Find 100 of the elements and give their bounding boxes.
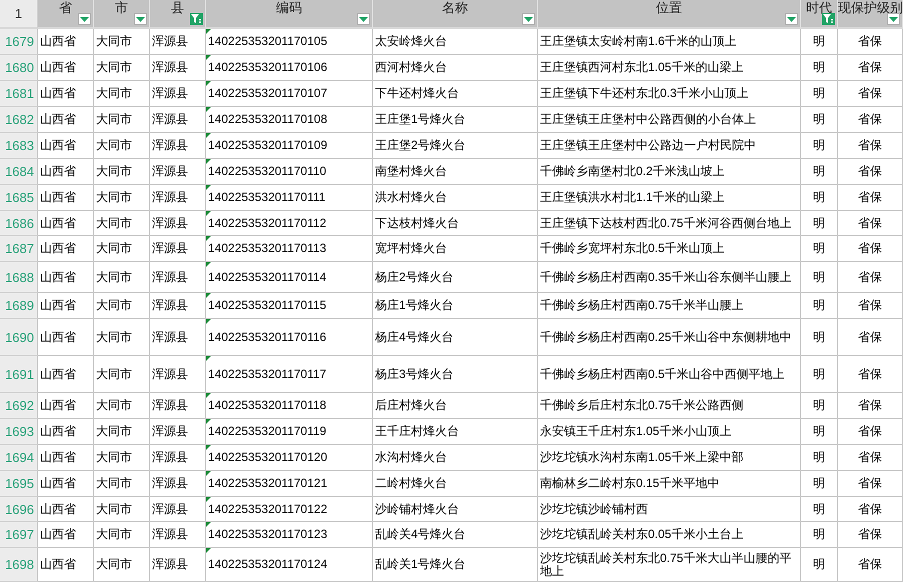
row-number[interactable]: 1688 [0,262,38,293]
table-cell: 大同市 [96,35,132,48]
filter-dropdown-button[interactable] [78,13,91,25]
table-cell: 山西省 [40,61,76,74]
table-cell: 省保 [858,502,882,516]
row-number[interactable]: 1697 [0,522,38,548]
filter-dropdown-button[interactable] [522,13,535,25]
table-cell: 王庄堡镇下牛还村东北0.3千米小山顶上 [540,87,749,100]
table-cell: 省保 [858,477,882,490]
filter-dropdown-button[interactable] [357,13,370,25]
table-cell: 南堡村烽火台 [375,165,447,178]
table-cell: 明 [813,299,825,312]
column-header: 编码 [275,0,303,15]
filter-active-button[interactable] [190,13,203,25]
filter-active-button[interactable] [822,13,835,25]
table-cell: 明 [813,113,825,126]
table-cell: 山西省 [40,451,76,464]
table-cell: 140225353201170105 [208,35,328,48]
table-cell: 明 [813,558,825,571]
dropdown-arrow-icon [787,16,796,22]
column-header: 市 [114,0,129,15]
table-cell: 浑源县 [152,399,188,412]
table-cell: 140225353201170114 [208,270,326,284]
table-cell: 省保 [858,270,882,284]
table-cell: 永安镇王千庄村东1.05千米小山顶上 [540,425,732,438]
row-number[interactable]: 1685 [0,185,38,211]
table-cell: 山西省 [40,113,76,126]
table-cell: 明 [813,61,825,74]
row-number[interactable]: 1692 [0,393,38,419]
table-cell: 明 [813,270,825,284]
table-cell: 140225353201170108 [208,113,328,126]
table-cell: 大同市 [96,270,132,284]
table-cell: 山西省 [40,477,76,490]
row-number[interactable]: 1698 [0,548,38,582]
table-cell-text: 沙圪坨镇乱岭关村东北0.75千米大山半山腰的平地上 [540,552,792,578]
table-cell: 省保 [858,113,882,126]
table-cell: 140225353201170112 [208,216,326,230]
table-cell: 明 [813,528,825,541]
row-number[interactable]: 1680 [0,55,38,81]
table-cell: 王庄堡镇太安岭村南1.6千米的山顶上 [540,35,737,48]
table-cell: 浑源县 [152,502,188,516]
row-number[interactable]: 1682 [0,107,38,133]
row-number[interactable]: 1690 [0,319,38,356]
table-cell: 杨庄3号烽火台 [375,368,454,380]
filter-dropdown-button[interactable] [887,13,900,25]
table-cell: 140225353201170116 [208,330,326,344]
table-cell: 西河村烽火台 [375,61,447,74]
table-cell: 千佛岭乡杨庄村西南0.75千米半山腰上 [540,299,744,312]
table-cell: 140225353201170118 [208,399,326,412]
table-cell: 浑源县 [152,165,188,178]
row-number[interactable]: 1687 [0,236,38,262]
table-cell: 140225353201170120 [208,451,328,464]
column-header: 位置 [655,0,683,15]
table-cell: 山西省 [40,87,76,100]
row-number[interactable]: 1686 [0,211,38,236]
filter-dropdown-button[interactable] [785,13,798,25]
table-cell: 浑源县 [152,425,188,438]
corner-cell[interactable]: 1 [0,0,38,29]
table-cell: 浑源县 [152,87,188,100]
table-cell: 140225353201170121 [208,477,328,490]
row-number[interactable]: 1695 [0,471,38,497]
table-cell: 省保 [858,35,882,48]
table-cell: 千佛岭乡杨庄村西南0.35千米山谷东侧半山腰上 [540,270,792,284]
row-number[interactable]: 1681 [0,81,38,107]
table-cell: 沙岭铺村烽火台 [375,502,459,516]
table-cell: 王庄堡镇王庄堡村中公路边一户村民院中 [540,139,756,152]
row-number[interactable]: 1689 [0,293,38,319]
table-cell: 明 [813,87,825,100]
table-cell: 千佛岭乡宽坪村东北0.5千米山顶上 [540,242,725,255]
table-cell: 山西省 [40,216,76,230]
row-number[interactable]: 1693 [0,419,38,445]
row-number[interactable]: 1696 [0,497,38,522]
row-number[interactable]: 1683 [0,133,38,159]
dropdown-arrow-icon [80,16,89,22]
table-cell: 浑源县 [152,242,188,255]
row-number[interactable]: 1694 [0,445,38,471]
table-cell: 明 [813,191,825,204]
table-cell: 140225353201170109 [208,139,328,152]
row-number[interactable]: 1684 [0,159,38,185]
row-number[interactable]: 1691 [0,356,38,393]
table-cell: 王庄堡镇下达枝村西北0.75千米河谷西侧台地上 [540,216,792,230]
table-cell: 沙圪坨镇沙岭铺村西 [540,502,648,516]
table-cell: 后庄村烽火台 [375,399,447,412]
table-cell: 省保 [858,165,882,178]
table-cell: 140225353201170117 [208,368,326,380]
row-number[interactable]: 1679 [0,29,38,55]
filter-icon [191,14,202,24]
table-cell: 大同市 [96,165,132,178]
table-cell: 洪水村烽火台 [375,191,447,204]
table-cell: 省保 [858,216,882,230]
table-cell: 大同市 [96,477,132,490]
table-cell: 山西省 [40,242,76,255]
table-cell: 千佛岭乡后庄村东北0.75千米公路西侧 [540,399,744,412]
column-header: 名称 [441,0,469,15]
filter-dropdown-button[interactable] [134,13,147,25]
table-cell: 山西省 [40,191,76,204]
table-cell: 浑源县 [152,368,188,380]
table-cell: 大同市 [96,113,132,126]
table-cell: 王庄堡1号烽火台 [375,113,466,126]
table-cell: 浑源县 [152,139,188,152]
